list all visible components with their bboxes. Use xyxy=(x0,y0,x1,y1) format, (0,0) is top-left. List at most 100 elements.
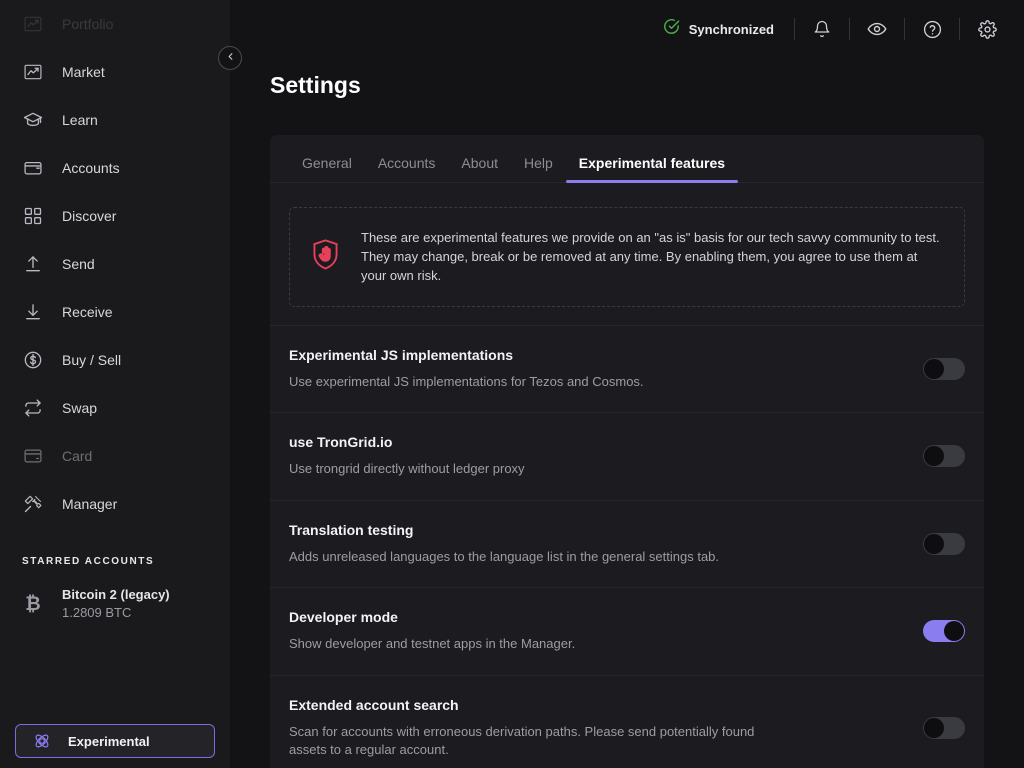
feature-title: use TronGrid.io xyxy=(289,434,393,451)
feature-text: Extended account search Scan for accounts… xyxy=(289,697,923,760)
topbar: Synchronized xyxy=(230,0,1024,58)
sidebar-item-experimental[interactable]: Experimental xyxy=(15,724,215,758)
feature-title: Developer mode xyxy=(289,609,398,626)
feature-title: Experimental JS implementations xyxy=(289,346,514,363)
feature-toggle[interactable] xyxy=(923,620,965,643)
sidebar-item-buy-sell[interactable]: Buy / Sell xyxy=(0,336,230,384)
feature-toggle[interactable] xyxy=(923,445,965,468)
feature-text: use TronGrid.io Use trongrid directly wit… xyxy=(289,434,923,478)
chevron-left-icon xyxy=(225,49,236,67)
chart-line-icon xyxy=(22,61,44,83)
feature-row: Developer mode Show developer and testnet… xyxy=(270,587,984,674)
sidebar-item-card: Card xyxy=(0,432,230,480)
tab-help[interactable]: Help xyxy=(511,155,566,182)
page-title: Settings xyxy=(270,72,361,98)
feature-text: Translation testing Adds unreleased langu… xyxy=(289,522,923,566)
feature-toggle[interactable] xyxy=(923,716,965,739)
settings-card: General Accounts About Help Experimental fea… xyxy=(270,135,984,768)
feature-description: Show developer and testnet apps in the M… xyxy=(289,636,576,652)
sidebar-item-manager[interactable]: Manager xyxy=(0,480,230,528)
toggle-knob xyxy=(924,533,944,554)
eye-icon[interactable] xyxy=(866,18,888,40)
feature-description: Use trongrid directly without ledger pro… xyxy=(289,461,525,477)
sidebar-item-discover[interactable]: Discover xyxy=(0,192,230,240)
feature-row: Extended account search Scan for accounts… xyxy=(270,674,984,768)
bitcoin-icon: ₿ xyxy=(25,592,41,615)
toggle-knob xyxy=(944,621,964,642)
dollar-circle-icon xyxy=(22,349,44,371)
sidebar-item-label: Card xyxy=(62,448,93,464)
divider xyxy=(794,18,795,40)
feature-toggle[interactable] xyxy=(923,532,965,555)
settings-tabs: General Accounts About Help Experimental fea… xyxy=(270,135,984,183)
feature-description: Adds unreleased languages to the languag… xyxy=(289,548,720,564)
feature-text: Experimental JS implementations Use exper… xyxy=(289,347,923,391)
feature-row: Translation testing Adds unreleased langu… xyxy=(270,499,984,587)
experimental-warning-notice: These are experimental features we provi… xyxy=(289,207,965,307)
sidebar-nav: Portfolio Market Learn Accounts Discover Send… xyxy=(0,0,230,528)
divider xyxy=(849,18,850,40)
sidebar-item-label: Discover xyxy=(62,208,117,224)
feature-row: Experimental JS implementations Use exper… xyxy=(270,324,984,412)
tab-experimental-features[interactable]: Experimental features xyxy=(565,155,739,183)
starred-account-item[interactable]: ₿ Bitcoin 2 (legacy) 1.2809 BTC xyxy=(0,581,230,627)
feature-toggle[interactable] xyxy=(923,357,965,380)
main-content: Synchronized Settings General Accounts A… xyxy=(230,0,1024,768)
arrow-up-icon xyxy=(22,253,44,275)
divider xyxy=(959,18,960,40)
help-circle-icon[interactable] xyxy=(921,18,943,40)
feature-description: Use experimental JS implementations for … xyxy=(289,373,644,389)
tools-icon xyxy=(22,493,44,515)
tab-general[interactable]: General xyxy=(289,155,365,182)
sidebar-item-accounts[interactable]: Accounts xyxy=(0,144,230,192)
feature-description: Scan for accounts with erroneous derivat… xyxy=(289,723,755,757)
feature-title: Translation testing xyxy=(289,521,414,538)
sidebar-item-label: Manager xyxy=(62,496,118,512)
sidebar-item-label: Buy / Sell xyxy=(62,352,122,368)
sidebar-item-label: Market xyxy=(62,64,105,80)
feature-row: use TronGrid.io Use trongrid directly wit… xyxy=(270,412,984,499)
graduation-cap-icon xyxy=(22,109,44,131)
toggle-knob xyxy=(924,446,944,467)
credit-card-icon xyxy=(22,445,44,467)
chart-line-icon xyxy=(22,13,44,35)
feature-title: Extended account search xyxy=(289,696,459,713)
sidebar-item-market[interactable]: Market xyxy=(0,48,230,96)
wallet-icon xyxy=(22,157,44,179)
starred-accounts-list: ₿ Bitcoin 2 (legacy) 1.2809 BTC xyxy=(0,581,230,627)
sidebar-item-label: Accounts xyxy=(62,160,120,176)
bell-icon[interactable] xyxy=(811,18,833,40)
experimental-feature-list: Experimental JS implementations Use exper… xyxy=(270,324,984,768)
shield-hand-icon xyxy=(312,239,339,275)
sidebar-item-label: Swap xyxy=(62,400,98,416)
sidebar-item-send[interactable]: Send xyxy=(0,240,230,288)
sidebar-item-receive[interactable]: Receive xyxy=(0,288,230,336)
grid-icon xyxy=(22,205,44,227)
app-window: Portfolio Market Learn Accounts Discover Send… xyxy=(0,0,1024,768)
feature-text: Developer mode Show developer and testnet… xyxy=(289,609,923,653)
toggle-knob xyxy=(924,717,944,738)
sidebar: Portfolio Market Learn Accounts Discover Send… xyxy=(0,0,230,768)
sidebar-item-label: Send xyxy=(62,256,95,272)
atom-icon xyxy=(32,731,52,751)
gear-icon[interactable] xyxy=(976,18,998,40)
starred-account-balance: 1.2809 BTC xyxy=(62,605,132,620)
sidebar-collapse-button[interactable] xyxy=(218,46,242,70)
sidebar-item-label: Receive xyxy=(62,304,113,320)
starred-account-name: Bitcoin 2 (legacy) xyxy=(62,587,170,603)
tab-about[interactable]: About xyxy=(448,155,511,182)
divider xyxy=(904,18,905,40)
status-badge-synchronized[interactable]: Synchronized xyxy=(663,18,774,40)
sidebar-item-portfolio[interactable]: Portfolio xyxy=(0,0,230,48)
arrow-down-icon xyxy=(22,301,44,323)
sidebar-item-experimental-label: Experimental xyxy=(68,733,150,749)
sidebar-item-learn[interactable]: Learn xyxy=(0,96,230,144)
starred-accounts-heading: STARRED ACCOUNTS xyxy=(22,556,155,567)
swap-arrows-icon xyxy=(22,397,44,419)
tab-accounts[interactable]: Accounts xyxy=(365,155,449,182)
check-circle-icon xyxy=(663,18,680,40)
notice-text: These are experimental features we provi… xyxy=(361,230,940,284)
sidebar-item-swap[interactable]: Swap xyxy=(0,384,230,432)
sidebar-item-label: Portfolio xyxy=(62,16,114,32)
sync-status-label: Synchronized xyxy=(688,21,774,37)
